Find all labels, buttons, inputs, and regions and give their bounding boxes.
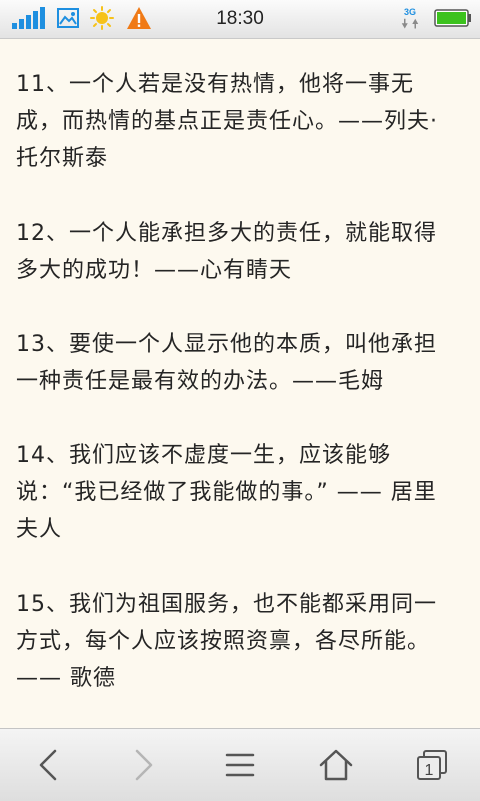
menu-icon xyxy=(225,753,255,777)
forward-button[interactable] xyxy=(96,729,192,801)
status-bar: 18:30 3G xyxy=(0,0,480,39)
home-icon xyxy=(319,749,353,781)
quote-14: 14、我们应该不虚度一生，应该能够说：“我已经做了我能做的事。” —— 居里夫人 xyxy=(16,443,437,542)
back-icon xyxy=(39,749,57,781)
battery-icon xyxy=(434,9,471,27)
home-button[interactable] xyxy=(288,729,384,801)
quote-15: 15、我们为祖国服务，也不能都采用同一方式，每个人应该按照资禀，各尽所能。—— … xyxy=(16,592,437,691)
menu-button[interactable] xyxy=(192,729,288,801)
tab-count: 1 xyxy=(425,762,434,779)
tabs-icon: 1 xyxy=(417,750,447,780)
quote-12: 12、一个人能承担多大的责任，就能取得多大的成功！——心有睛天 xyxy=(16,221,437,283)
network-3g-icon: 3G xyxy=(401,7,419,29)
quote-11: 11、一个人若是没有热情，他将一事无成，而热情的基点正是责任心。——列夫·托尔斯… xyxy=(16,72,438,171)
back-button[interactable] xyxy=(0,729,96,801)
forward-icon xyxy=(135,749,153,781)
tabs-button[interactable]: 1 xyxy=(384,729,480,801)
article-content: 11、一个人若是没有热情，他将一事无成，而热情的基点正是责任心。——列夫·托尔斯… xyxy=(0,39,480,727)
browser-toolbar: 1 xyxy=(0,728,480,801)
quote-13: 13、要使一个人显示他的本质，叫他承担一种责任是最有效的办法。——毛姆 xyxy=(16,332,437,394)
network-type-label: 3G xyxy=(404,7,416,17)
